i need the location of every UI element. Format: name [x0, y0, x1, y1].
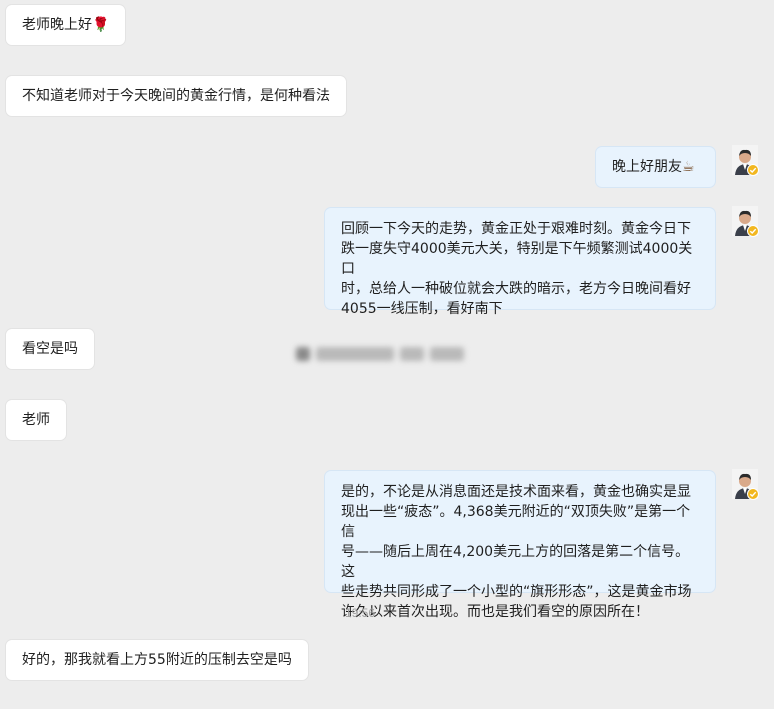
message-line: 是的，不论是从消息面还是技术面来看，黄金也确实是显: [341, 484, 691, 500]
avatar[interactable]: [732, 469, 759, 500]
rose-emoji-icon: 🌹: [92, 17, 110, 33]
avatar[interactable]: [732, 145, 759, 176]
message-line: 许久以来首次出现。而也是我们看空的原因所在！: [341, 604, 649, 620]
message-bubble-question[interactable]: 不知道老师对于今天晚间的黄金行情，是何种看法: [6, 76, 346, 116]
message-text: 好的，那我就看上方55附近的压制去空是吗: [22, 652, 292, 668]
message-bubble-reply-greeting[interactable]: 晚上好朋友☕: [596, 147, 715, 187]
redacted-content: [296, 343, 476, 365]
coffee-emoji-icon: ☕: [682, 159, 695, 175]
message-line: 些走势共同形成了一个小型的“旗形形态”，这是黄金市场: [341, 584, 692, 600]
avatar[interactable]: [732, 206, 759, 237]
message-bubble-followup[interactable]: 好的，那我就看上方55附近的压制去空是吗: [6, 640, 308, 680]
message-text: 看空是吗: [22, 341, 78, 357]
message-bubble-teacher[interactable]: 老师: [6, 400, 66, 440]
message-line: 回顾一下今天的走势，黄金正处于艰难时刻。黄金今日下: [341, 221, 691, 237]
message-text: 老师晚上好: [22, 17, 92, 33]
message-text: 不知道老师对于今天晚间的黄金行情，是何种看法: [22, 88, 330, 104]
message-line: 跌一度失守4000美元大关，特别是下午频繁测试4000关口: [341, 241, 693, 277]
verified-badge-icon: [747, 488, 759, 500]
verified-badge-icon: [747, 164, 759, 176]
message-line: 时，总给人一种破位就会大跌的暗示，老方今日晚间看好: [341, 281, 691, 297]
message-bubble-analysis[interactable]: 回顾一下今天的走势，黄金正处于艰难时刻。黄金今日下 跌一度失守4000美元大关，…: [325, 208, 715, 317]
message-line: 4055一线压制，看好南下: [341, 301, 503, 317]
message-line: 现出一些“疲态”。4,368美元附近的“双顶失败”是第一个信: [341, 504, 691, 540]
message-timestamp: 19:56: [345, 606, 376, 620]
message-text: 老师: [22, 412, 50, 428]
verified-badge-icon: [747, 225, 759, 237]
message-bubble-confirm-short[interactable]: 看空是吗: [6, 329, 94, 369]
message-bubble-greeting[interactable]: 老师晚上好🌹: [6, 5, 126, 45]
message-text: 晚上好朋友: [612, 159, 682, 175]
message-line: 号——随后上周在4,200美元上方的回落是第二个信号。这: [341, 544, 690, 580]
message-bubble-bearish-reason[interactable]: 是的，不论是从消息面还是技术面来看，黄金也确实是显 现出一些“疲态”。4,368…: [325, 471, 715, 620]
